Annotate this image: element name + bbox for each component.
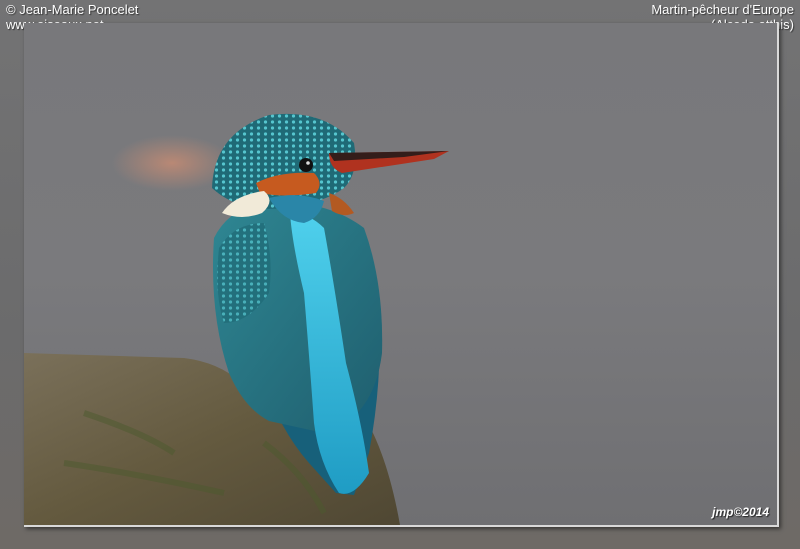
eye-highlight: [306, 161, 310, 165]
photographer-signature: jmp©2014: [712, 505, 769, 519]
species-common-name: Martin-pêcheur d'Europe: [651, 2, 794, 17]
author-credit: © Jean-Marie Poncelet: [6, 2, 139, 17]
photo-illustration: [24, 23, 777, 525]
bird-eye: [299, 158, 313, 172]
bird-photo: jmp©2014: [24, 23, 779, 527]
